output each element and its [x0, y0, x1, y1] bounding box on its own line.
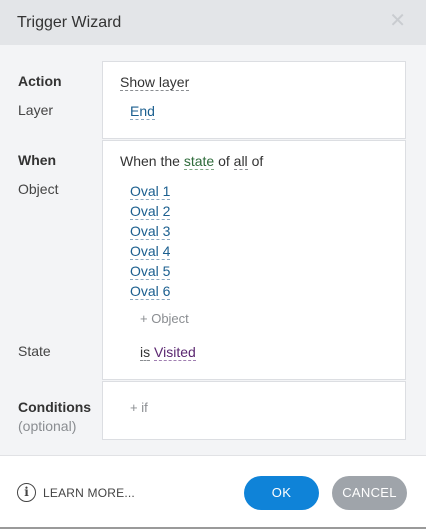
object-link-oval-1[interactable]: Oval 1	[130, 183, 171, 200]
object-link-oval-2[interactable]: Oval 2	[130, 203, 171, 220]
action-panel: Show layer End	[102, 61, 406, 139]
state-value-link[interactable]: Visited	[154, 344, 196, 361]
close-icon[interactable]: ✕	[389, 11, 406, 31]
when-panel: When the state of all of Oval 1 Oval 2 O…	[102, 140, 406, 380]
object-link-oval-5[interactable]: Oval 5	[130, 263, 171, 280]
layer-label: Layer	[18, 102, 54, 118]
of-word: of	[218, 153, 230, 169]
when-sentence: When the state of all of	[120, 153, 264, 170]
add-object-button[interactable]: + Object	[140, 311, 189, 326]
state-sentence: is Visited	[140, 344, 196, 361]
info-icon: i	[17, 483, 36, 502]
dialog-body: Action Layer Show layer End When Object …	[0, 45, 426, 455]
dialog-title: Trigger Wizard	[17, 14, 122, 31]
conditions-label: Conditions	[18, 399, 92, 415]
action-label: Action	[18, 73, 62, 89]
all-word-link[interactable]: all	[233, 153, 248, 170]
ok-button[interactable]: OK	[244, 476, 319, 510]
object-label: Object	[18, 181, 59, 197]
cancel-button[interactable]: CANCEL	[332, 476, 407, 510]
layer-value-link[interactable]: End	[130, 103, 155, 120]
conditions-panel: + if	[102, 381, 406, 440]
trigger-wizard-dialog: Trigger Wizard ✕ Action Layer Show layer…	[0, 0, 426, 529]
is-word-link[interactable]: is	[140, 344, 151, 361]
of-word-2: of	[251, 153, 264, 169]
learn-more-label: LEARN MORE...	[43, 486, 135, 500]
state-label: State	[18, 343, 51, 359]
object-link-oval-4[interactable]: Oval 4	[130, 243, 171, 260]
dialog-footer: i LEARN MORE... OK CANCEL	[0, 455, 426, 527]
state-word-link[interactable]: state	[183, 153, 215, 170]
object-link-oval-3[interactable]: Oval 3	[130, 223, 171, 240]
object-link-oval-6[interactable]: Oval 6	[130, 283, 171, 300]
action-value-link[interactable]: Show layer	[120, 74, 190, 91]
title-bar: Trigger Wizard ✕	[0, 0, 426, 45]
when-label: When	[18, 152, 57, 168]
when-prefix: When the	[120, 153, 180, 169]
optional-label: (optional)	[18, 418, 77, 434]
add-if-button[interactable]: + if	[130, 400, 148, 415]
